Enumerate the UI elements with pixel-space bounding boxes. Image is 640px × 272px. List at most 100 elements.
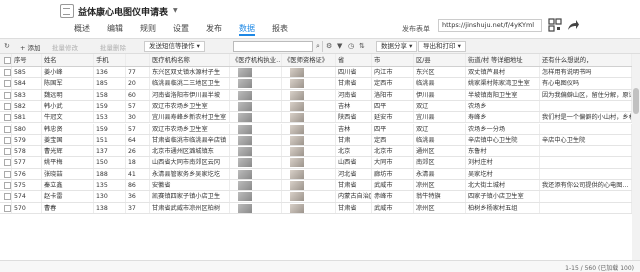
message-cell[interactable] bbox=[540, 168, 632, 179]
phone-suffix-cell[interactable]: 26 bbox=[126, 146, 150, 157]
institution-name-cell[interactable]: 河南省洛阳市伊川县半坡 bbox=[150, 89, 230, 100]
province-cell[interactable]: 河南省 bbox=[336, 89, 372, 100]
district-cell[interactable]: 东兴区 bbox=[414, 67, 466, 78]
attachment-thumbnail[interactable] bbox=[238, 192, 252, 202]
institution-name-cell[interactable]: 甘肃省武威市凉州区柏树 bbox=[150, 202, 230, 213]
row-checkbox[interactable] bbox=[4, 80, 11, 88]
row-checkbox[interactable] bbox=[4, 136, 11, 144]
row-checkbox[interactable] bbox=[4, 193, 11, 201]
district-cell[interactable]: 宜川县 bbox=[414, 112, 466, 123]
certificate-image-cell[interactable] bbox=[282, 146, 336, 157]
column-header[interactable]: 姓名 bbox=[42, 54, 94, 66]
certificate-image-cell[interactable] bbox=[282, 134, 336, 146]
institution-name-cell[interactable]: 永清县管家务乡吴家圪圪 bbox=[150, 168, 230, 179]
settings-icon[interactable]: ⚙ bbox=[326, 42, 332, 50]
province-cell[interactable]: 吉林 bbox=[336, 100, 372, 112]
province-cell[interactable]: 甘肃省 bbox=[336, 78, 372, 89]
form-title[interactable]: 益体康心电图仪申请表 bbox=[78, 5, 168, 18]
phone-suffix-cell[interactable]: 41 bbox=[126, 168, 150, 179]
column-header[interactable]: 《医疗机构执业… bbox=[230, 54, 282, 66]
city-cell[interactable]: 武威市 bbox=[372, 180, 414, 191]
filter-icon[interactable]: ▼ bbox=[337, 42, 342, 50]
attachment-thumbnail[interactable] bbox=[290, 101, 304, 111]
tab-settings[interactable]: 设置 bbox=[173, 23, 189, 36]
province-cell[interactable]: 河北省 bbox=[336, 168, 372, 179]
phone-suffix-cell[interactable]: 30 bbox=[126, 112, 150, 123]
attachment-thumbnail[interactable] bbox=[238, 101, 252, 111]
attachment-thumbnail[interactable] bbox=[238, 68, 252, 77]
attachment-thumbnail[interactable] bbox=[290, 158, 304, 168]
institution-name-cell[interactable]: 东兴区双丈镇水源村子生 bbox=[150, 67, 230, 78]
table-row[interactable]: 570 曹春 138 37 甘肃省武威市凉州区柏树 甘肃省 武威市 凉州区 柏树乡杨家村五组 bbox=[0, 202, 632, 214]
certificate-image-cell[interactable] bbox=[282, 180, 336, 191]
table-row[interactable]: 576 张晓喆 188 41 永清县管家务乡吴家圪圪 河北省 廊坊市 永清县 吴家圪村 bbox=[0, 168, 632, 180]
column-header[interactable]: 《医师资格证》 bbox=[282, 54, 336, 66]
phone-cell[interactable]: 188 bbox=[94, 168, 126, 179]
phone-cell[interactable]: 137 bbox=[94, 146, 126, 157]
table-row[interactable]: 581 牛冠文 153 30 宜川县寿峰乡新农村卫生室 陕西省 延安市 宜川县 寿峰乡 我们村是一… bbox=[0, 112, 632, 124]
city-cell[interactable]: 廊坊市 bbox=[372, 168, 414, 179]
license-image-cell[interactable] bbox=[230, 146, 282, 157]
publish-url-field[interactable]: https://jinshuju.net/f/4yKYml bbox=[438, 19, 542, 32]
message-cell[interactable] bbox=[540, 157, 632, 168]
column-header[interactable]: 还有什么想说的， bbox=[540, 54, 632, 66]
table-row[interactable]: 580 韩忠贤 159 57 双辽市农场乡卫生室 吉林 四平 双辽 农场乡一分场 bbox=[0, 123, 632, 135]
license-image-cell[interactable] bbox=[230, 168, 282, 179]
row-checkbox[interactable] bbox=[4, 204, 11, 212]
license-image-cell[interactable] bbox=[230, 202, 282, 213]
sort-icon[interactable]: ⇅ bbox=[359, 42, 365, 50]
district-cell[interactable]: 临洮县 bbox=[414, 78, 466, 89]
name-cell[interactable]: 姜宝国 bbox=[42, 134, 94, 146]
institution-name-cell[interactable]: 双辽市农场乡卫生室 bbox=[150, 123, 230, 134]
phone-cell[interactable]: 150 bbox=[94, 157, 126, 168]
clock-icon[interactable]: ◷ bbox=[348, 42, 354, 50]
message-cell[interactable]: 我还添有你公司提供的心电图… bbox=[540, 180, 632, 191]
row-checkbox[interactable] bbox=[4, 182, 11, 189]
message-cell[interactable]: 怎样用有说明书吗 bbox=[540, 67, 632, 78]
name-cell[interactable]: 曹光辉 bbox=[42, 146, 94, 157]
column-header[interactable]: 街道/村 等详细地址 bbox=[466, 54, 540, 66]
certificate-image-cell[interactable] bbox=[282, 168, 336, 179]
table-row[interactable]: 574 赵卡雷 130 36 凯赛镇四家子镇小店卫生 内蒙古自治区 赤峰市 翁牛特旗 四家子镇小… bbox=[0, 191, 632, 203]
street-address-cell[interactable]: 姚家渠村陈家湾卫生室 bbox=[466, 78, 540, 89]
attachment-thumbnail[interactable] bbox=[290, 90, 304, 100]
table-row[interactable]: 577 姚平梅 150 18 山西省大同市南郊区云冈 山西省 大同市 南郊区 刘村庄村 bbox=[0, 157, 632, 169]
share-icon[interactable] bbox=[566, 18, 580, 32]
attachment-thumbnail[interactable] bbox=[238, 90, 252, 100]
attachment-thumbnail[interactable] bbox=[238, 124, 252, 134]
phone-cell[interactable]: 135 bbox=[94, 180, 126, 191]
district-cell[interactable]: 翁牛特旗 bbox=[414, 191, 466, 202]
province-cell[interactable]: 四川省 bbox=[336, 67, 372, 78]
attachment-thumbnail[interactable] bbox=[290, 113, 304, 123]
message-cell[interactable] bbox=[540, 202, 632, 213]
name-cell[interactable]: 曹春 bbox=[42, 202, 94, 213]
province-cell[interactable]: 山西省 bbox=[336, 157, 372, 168]
city-cell[interactable]: 洛阳市 bbox=[372, 89, 414, 100]
certificate-image-cell[interactable] bbox=[282, 191, 336, 202]
phone-cell[interactable]: 158 bbox=[94, 89, 126, 100]
district-cell[interactable]: 双辽 bbox=[414, 123, 466, 134]
scrollbar-thumb[interactable] bbox=[633, 88, 639, 114]
city-cell[interactable]: 武威市 bbox=[372, 202, 414, 213]
row-number-cell[interactable]: 584 bbox=[12, 78, 42, 89]
attachment-thumbnail[interactable] bbox=[290, 135, 304, 145]
phone-cell[interactable]: 138 bbox=[94, 202, 126, 213]
name-cell[interactable]: 赵卡雷 bbox=[42, 191, 94, 202]
district-cell[interactable]: 临洮县 bbox=[414, 134, 466, 146]
institution-name-cell[interactable]: 临洮县临洮二三地区卫生 bbox=[150, 78, 230, 89]
row-number-cell[interactable]: 570 bbox=[12, 202, 42, 213]
license-image-cell[interactable] bbox=[230, 67, 282, 78]
city-cell[interactable]: 内江市 bbox=[372, 67, 414, 78]
city-cell[interactable]: 北京市 bbox=[372, 146, 414, 157]
name-cell[interactable]: 张晓喆 bbox=[42, 168, 94, 179]
street-address-cell[interactable]: 吴家圪村 bbox=[466, 168, 540, 179]
attachment-thumbnail[interactable] bbox=[290, 147, 304, 157]
attachment-thumbnail[interactable] bbox=[238, 147, 252, 157]
row-number-cell[interactable]: 581 bbox=[12, 112, 42, 123]
batch-delete-button[interactable]: 批量删除 bbox=[100, 42, 126, 52]
license-image-cell[interactable] bbox=[230, 123, 282, 134]
name-cell[interactable]: 秦立鑫 bbox=[42, 180, 94, 191]
message-cell[interactable] bbox=[540, 146, 632, 157]
province-cell[interactable]: 陕西省 bbox=[336, 112, 372, 123]
name-cell[interactable]: 牛冠文 bbox=[42, 112, 94, 123]
